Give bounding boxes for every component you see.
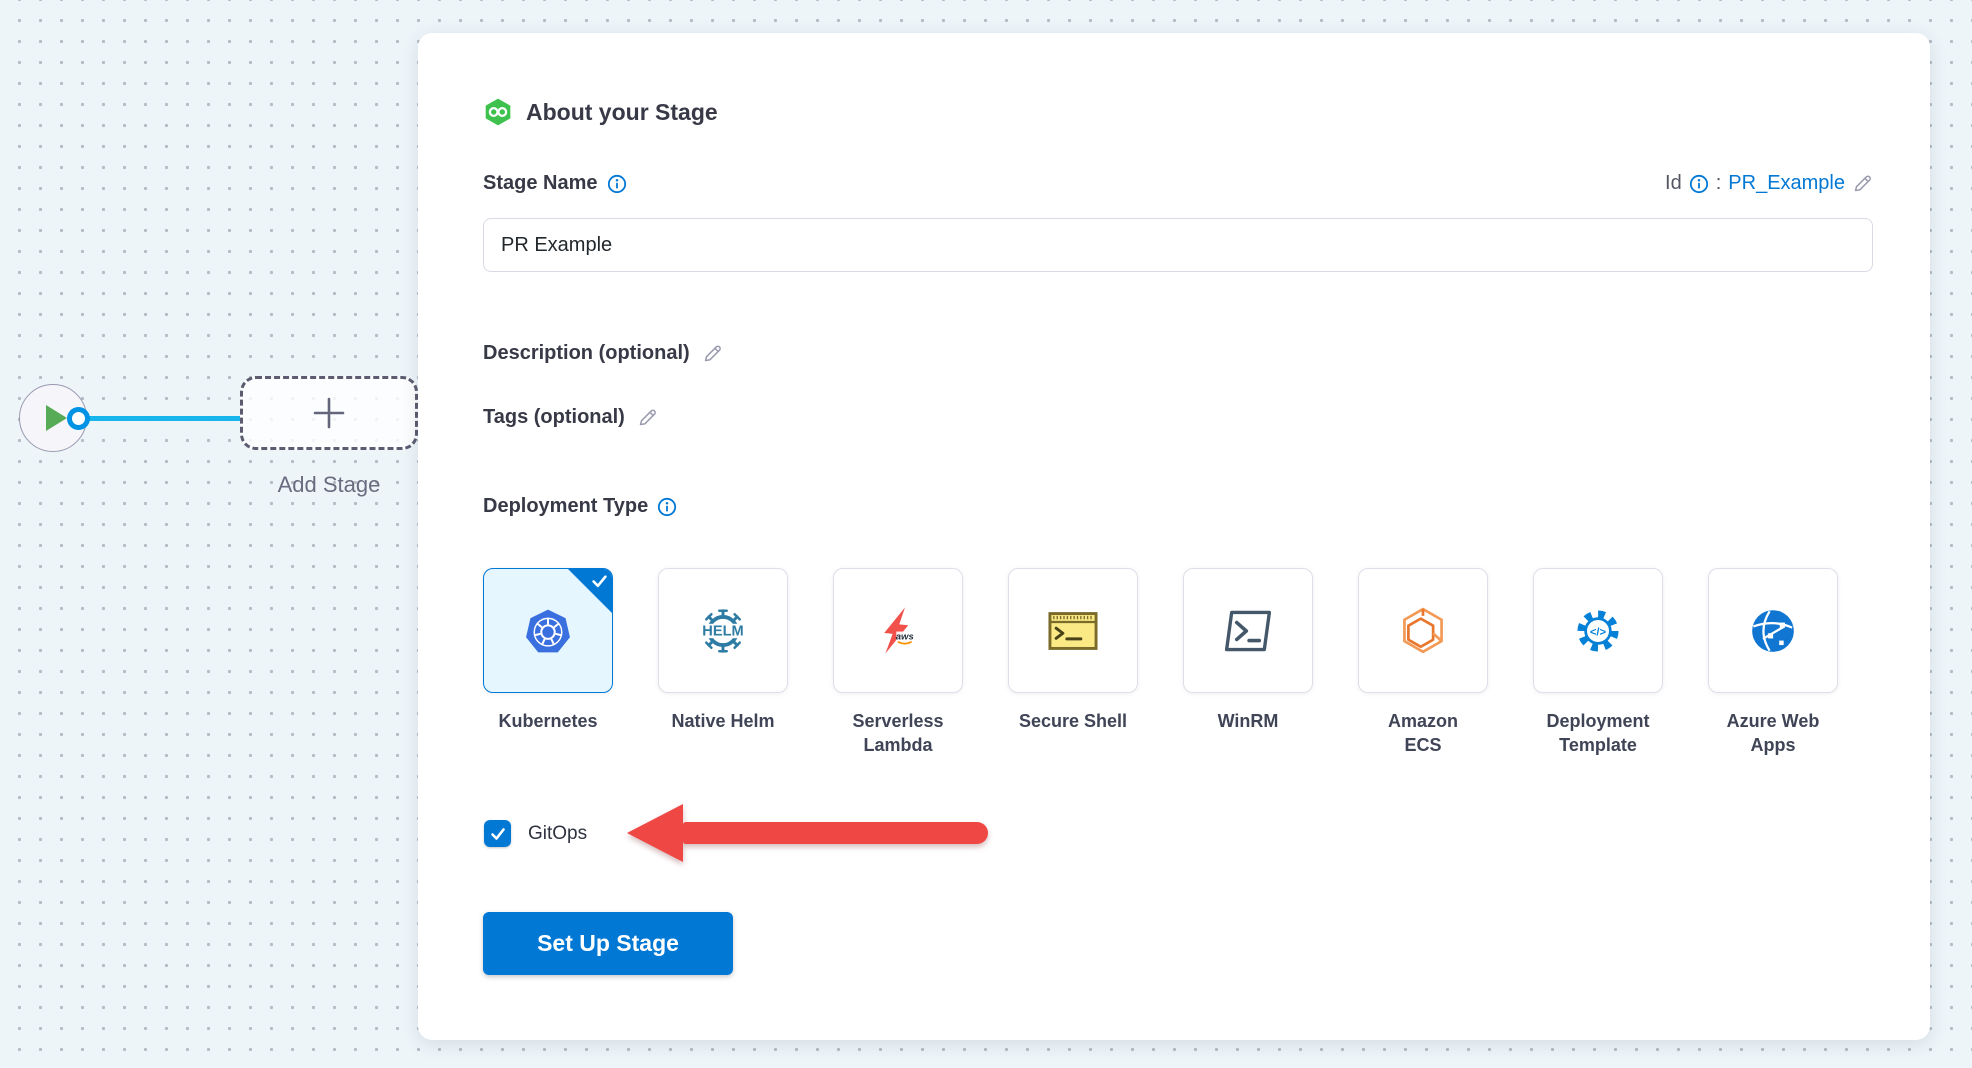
info-icon[interactable]	[607, 174, 627, 194]
connector-line	[88, 416, 240, 421]
arrow-body	[683, 822, 988, 844]
winrm-icon	[1221, 604, 1275, 658]
deployment-type-label: Deployment Type	[483, 495, 648, 518]
svg-text:HELM: HELM	[702, 623, 743, 639]
about-stage-dialog: About your Stage Stage Name Id : PR_Exam…	[418, 33, 1930, 1040]
stage-name-input[interactable]	[483, 218, 1873, 272]
deployment-tile-amazon-ecs[interactable]	[1358, 568, 1488, 693]
deployment-tile-secure-shell[interactable]	[1008, 568, 1138, 693]
id-separator: :	[1716, 172, 1722, 195]
set-up-stage-button[interactable]: Set Up Stage	[483, 912, 733, 975]
deployment-type-options: Kubernetes	[483, 568, 1838, 758]
stage-name-label: Stage Name	[483, 172, 598, 195]
deployment-tile-native-helm[interactable]: HELM	[658, 568, 788, 693]
add-stage-label: Add Stage	[228, 472, 430, 498]
cd-stage-icon	[483, 97, 513, 127]
svg-text:aws: aws	[896, 631, 914, 642]
check-icon	[489, 825, 507, 843]
azure-web-apps-icon	[1746, 604, 1800, 658]
edit-id-pencil-icon[interactable]	[1852, 173, 1873, 194]
id-label: Id	[1665, 172, 1682, 195]
deployment-tile-label: Native Helm	[671, 709, 774, 733]
deployment-tile-label: Kubernetes	[498, 709, 597, 733]
connector-port[interactable]	[67, 407, 90, 430]
play-icon	[46, 405, 67, 431]
arrow-head	[627, 804, 683, 862]
deployment-template-icon: </>	[1571, 604, 1625, 658]
deployment-tile-label: Secure Shell	[1019, 709, 1127, 733]
svg-text:</>: </>	[1590, 626, 1607, 638]
deployment-tile-label: Serverless Lambda	[843, 709, 953, 758]
serverless-lambda-icon: aws	[871, 604, 925, 658]
plus-icon	[311, 395, 347, 431]
gitops-checkbox[interactable]	[484, 820, 511, 847]
deployment-tile-serverless-lambda[interactable]: aws	[833, 568, 963, 693]
gitops-label: GitOps	[528, 823, 587, 845]
edit-tags-pencil-icon[interactable]	[637, 407, 658, 428]
info-icon[interactable]	[1689, 174, 1709, 194]
edit-description-pencil-icon[interactable]	[702, 343, 723, 364]
deployment-tile-winrm[interactable]	[1183, 568, 1313, 693]
secure-shell-icon	[1046, 604, 1100, 658]
deployment-tile-kubernetes[interactable]	[483, 568, 613, 693]
deployment-tile-label: Deployment Template	[1543, 709, 1653, 758]
selected-check-icon	[592, 575, 607, 593]
annotation-arrow	[627, 804, 988, 862]
description-label: Description (optional)	[483, 342, 690, 365]
stage-id-value: PR_Example	[1728, 172, 1845, 195]
amazon-ecs-icon	[1396, 604, 1450, 658]
deployment-tile-azure-web-apps[interactable]	[1708, 568, 1838, 693]
tags-label: Tags (optional)	[483, 406, 625, 429]
deployment-tile-label: Amazon ECS	[1383, 709, 1463, 758]
deployment-tile-label: Azure Web Apps	[1723, 709, 1823, 758]
helm-icon: HELM	[696, 604, 750, 658]
info-icon[interactable]	[657, 497, 677, 517]
deployment-tile-label: WinRM	[1218, 709, 1279, 733]
pipeline-canvas: Add Stage About your Stage Stage Name Id	[0, 0, 1972, 1068]
add-stage-button[interactable]	[240, 376, 418, 450]
dialog-title: About your Stage	[526, 99, 718, 126]
deployment-tile-deployment-template[interactable]: </>	[1533, 568, 1663, 693]
